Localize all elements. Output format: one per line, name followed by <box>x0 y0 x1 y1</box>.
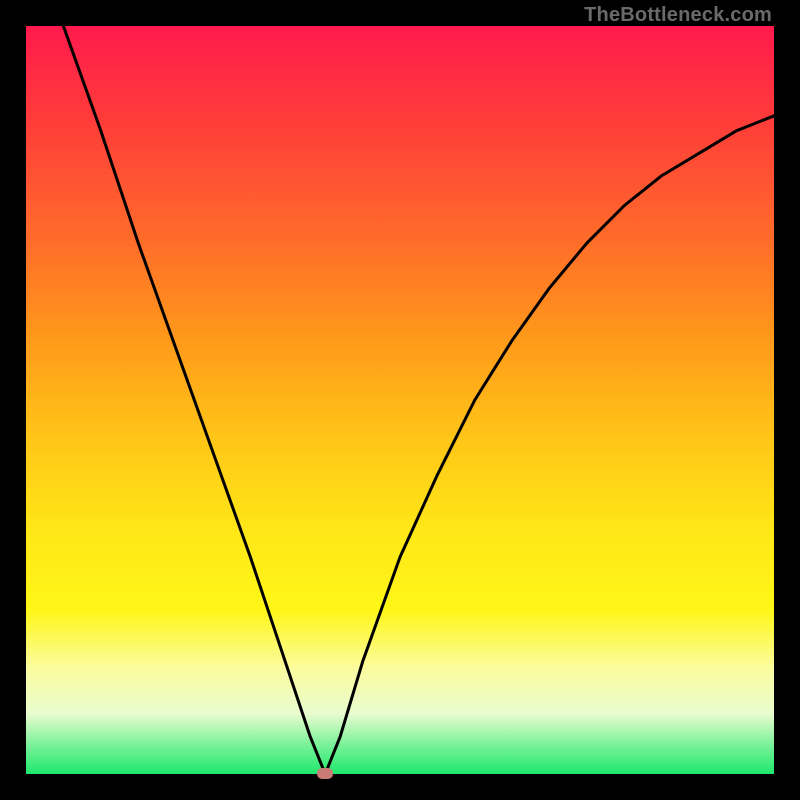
plot-area <box>26 26 774 774</box>
watermark-text: TheBottleneck.com <box>584 4 772 27</box>
optimum-marker <box>317 768 333 779</box>
ratio-curve <box>26 26 774 774</box>
chart-frame: TheBottleneck.com <box>0 0 800 800</box>
ratio-curve-path <box>26 0 774 774</box>
